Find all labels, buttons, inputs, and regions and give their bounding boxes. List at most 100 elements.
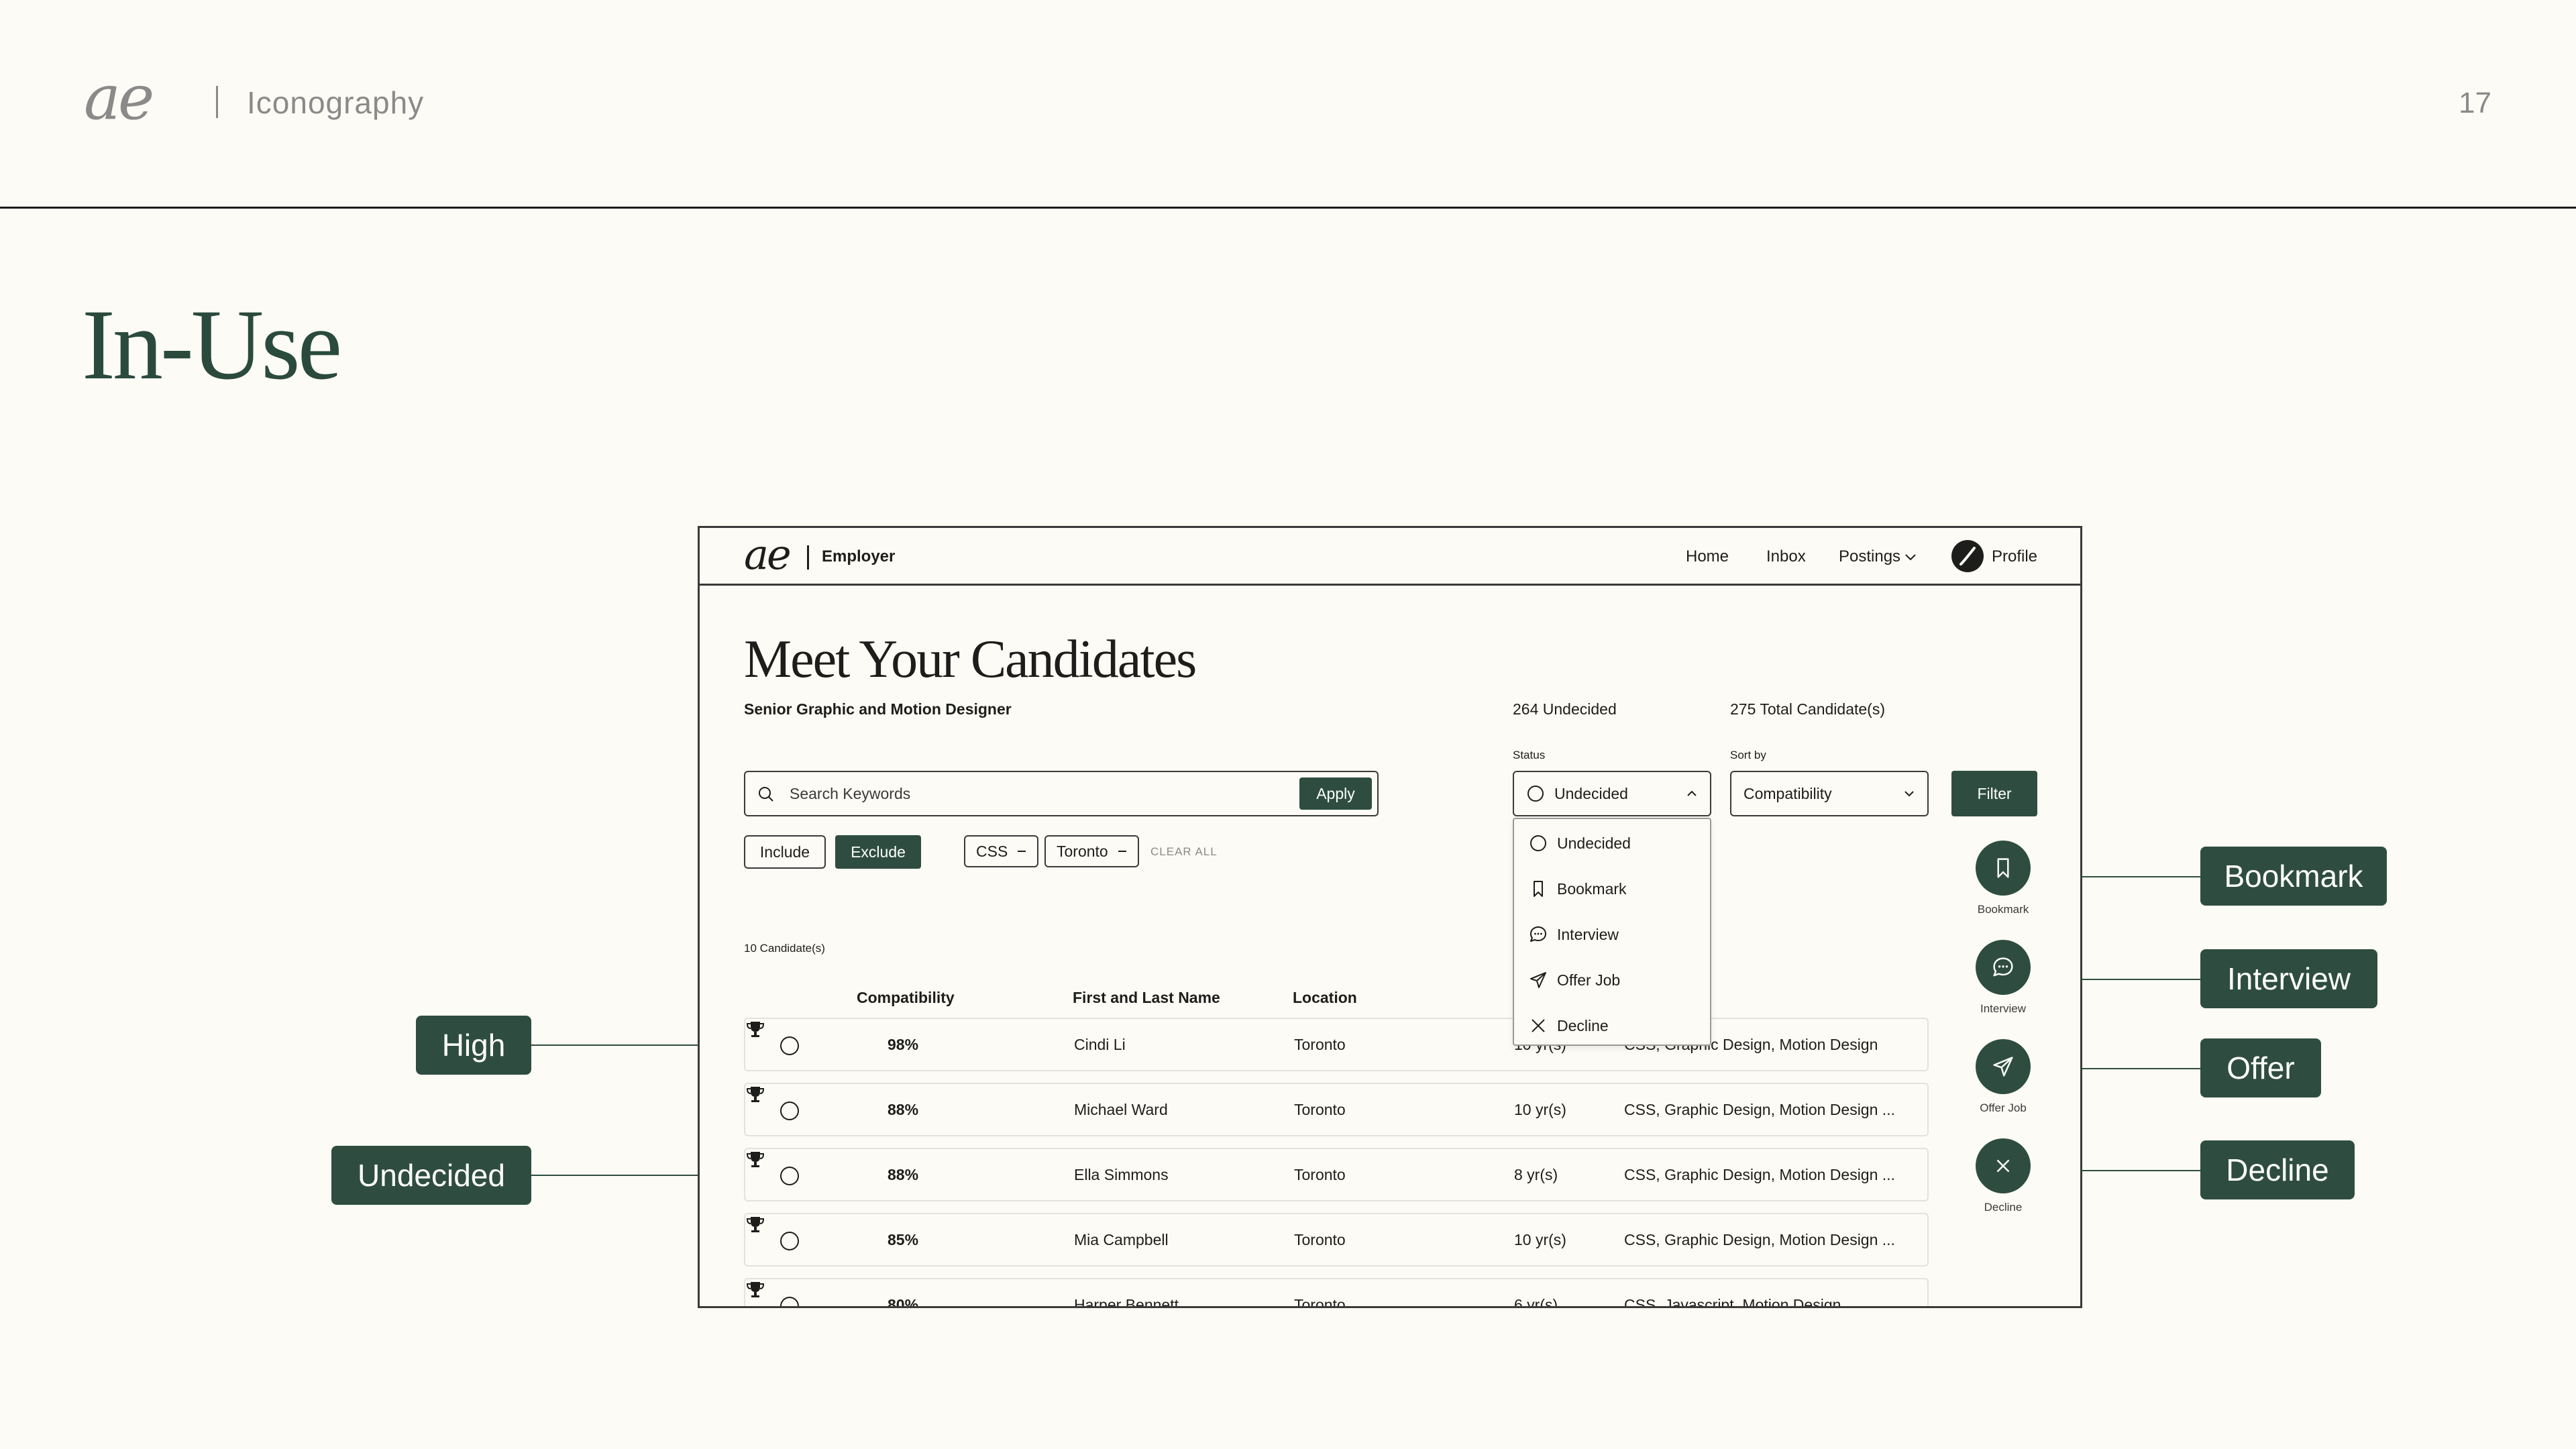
status-label: Status: [1513, 749, 1546, 761]
posting-title: Senior Graphic and Motion Designer: [744, 700, 1012, 718]
header-divider: [216, 86, 218, 118]
candidate-skills: CSS, Graphic Design, Motion Design ...: [1624, 1231, 1895, 1248]
candidate-count: 10 Candidate(s): [744, 942, 825, 955]
status-select[interactable]: Undecided: [1513, 771, 1711, 816]
chevron-down-icon[interactable]: [1904, 552, 1917, 561]
dropdown-item-undecided[interactable]: Undecided: [1514, 820, 1710, 866]
table-row[interactable]: 88% Ella Simmons Toronto 8 yr(s) CSS, Gr…: [744, 1148, 1929, 1201]
chevron-up-icon[interactable]: [1686, 790, 1698, 798]
bookmark-action-button[interactable]: [1976, 841, 2031, 896]
compatibility-value: 88%: [888, 1101, 919, 1118]
paper-plane-icon: [1993, 1057, 2013, 1077]
header-rule: [0, 207, 2576, 209]
filter-chip-toronto[interactable]: Toronto: [1044, 835, 1139, 867]
candidate-experience: 6 yr(s): [1514, 1296, 1558, 1308]
include-toggle[interactable]: Include: [744, 835, 826, 869]
offer-job-action-button[interactable]: [1976, 1039, 2031, 1094]
candidate-skills: CSS, Javascript, Motion Design: [1624, 1296, 1841, 1308]
candidate-experience: 10 yr(s): [1514, 1101, 1566, 1118]
exclude-toggle[interactable]: Exclude: [835, 835, 921, 869]
apply-button[interactable]: Apply: [1299, 777, 1372, 810]
callout-undecided: Undecided: [331, 1146, 531, 1205]
app-navbar: ae Employer Home Inbox Postings Profile: [700, 528, 2080, 586]
table-row[interactable]: 98% Cindi Li Toronto 10 yr(s) CSS, Graph…: [744, 1018, 1929, 1071]
dropdown-item-decline[interactable]: Decline: [1514, 1003, 1710, 1049]
compatibility-value: 98%: [888, 1036, 919, 1053]
column-header-location[interactable]: Location: [1293, 989, 1357, 1006]
search-input[interactable]: [790, 780, 1259, 807]
app-logo[interactable]: ae: [744, 531, 792, 578]
status-radio[interactable]: [780, 1232, 799, 1250]
brand-logo: ae: [84, 62, 154, 133]
callout-offer: Offer: [2200, 1038, 2321, 1097]
compatibility-value: 85%: [888, 1231, 919, 1248]
page-heading: In-Use: [82, 289, 342, 400]
close-icon: [1532, 1019, 1545, 1032]
trophy-icon: [746, 1087, 765, 1102]
dropdown-item-interview[interactable]: Interview: [1514, 912, 1710, 957]
status-radio[interactable]: [780, 1102, 799, 1120]
undecided-count: 264 Undecided: [1513, 700, 1617, 718]
candidate-location: Toronto: [1294, 1296, 1346, 1308]
filter-chip-css[interactable]: CSS: [964, 835, 1039, 867]
candidate-location: Toronto: [1294, 1036, 1346, 1053]
chat-bubble-icon: [1993, 957, 2013, 977]
column-header-name[interactable]: First and Last Name: [1073, 989, 1220, 1006]
total-candidates: 275 Total Candidate(s): [1730, 700, 1885, 718]
decline-action-button[interactable]: [1976, 1138, 2031, 1193]
candidate-location: Toronto: [1294, 1166, 1346, 1183]
dropdown-item-bookmark[interactable]: Bookmark: [1514, 866, 1710, 912]
clear-all-link[interactable]: CLEAR ALL: [1150, 845, 1218, 859]
chevron-down-icon[interactable]: [1903, 790, 1915, 798]
page-number: 17: [2459, 87, 2491, 119]
candidate-skills: CSS, Graphic Design, Motion Design ...: [1624, 1101, 1895, 1118]
filter-button[interactable]: Filter: [1951, 771, 2037, 816]
keyword-search: Apply: [744, 771, 1379, 816]
sort-label: Sort by: [1730, 749, 1766, 761]
nav-link-profile[interactable]: Profile: [1992, 547, 2037, 566]
bookmark-icon: [1997, 858, 2009, 878]
status-radio[interactable]: [780, 1297, 799, 1306]
circle-icon: [1530, 835, 1546, 851]
chat-bubble-icon: [1530, 926, 1546, 942]
paper-plane-icon: [1530, 972, 1546, 988]
circle-icon: [1527, 786, 1544, 802]
status-radio[interactable]: [780, 1167, 799, 1185]
minus-icon[interactable]: [1118, 850, 1127, 853]
dropdown-item-offer-job[interactable]: Offer Job: [1514, 957, 1710, 1003]
candidates-title: Meet Your Candidates: [744, 630, 1197, 689]
candidate-skills: CSS, Graphic Design, Motion Design ...: [1624, 1166, 1895, 1183]
nav-link-inbox[interactable]: Inbox: [1766, 547, 1806, 566]
table-row[interactable]: 88% Michael Ward Toronto 10 yr(s) CSS, G…: [744, 1083, 1929, 1136]
column-header-compatibility[interactable]: Compatibility: [857, 989, 955, 1006]
nav-link-home[interactable]: Home: [1686, 547, 1729, 566]
nav-area-label: Employer: [822, 547, 896, 566]
table-row[interactable]: 80% Harper Bennett Toronto 6 yr(s) CSS, …: [744, 1278, 1929, 1308]
status-radio[interactable]: [780, 1036, 799, 1055]
bookmark-action-label: Bookmark: [1977, 903, 2029, 916]
candidate-experience: 8 yr(s): [1514, 1166, 1558, 1183]
employer-app-mockup: ae Employer Home Inbox Postings Profile …: [698, 526, 2082, 1308]
trophy-icon: [746, 1217, 765, 1232]
callout-bookmark: Bookmark: [2200, 847, 2387, 906]
interview-action-button[interactable]: [1976, 940, 2031, 995]
candidate-name[interactable]: Harper Bennett: [1074, 1296, 1179, 1306]
candidate-name[interactable]: Michael Ward: [1074, 1101, 1168, 1118]
avatar-icon: [1960, 547, 1976, 566]
bookmark-icon: [1534, 881, 1543, 897]
nav-link-postings[interactable]: Postings: [1839, 547, 1900, 566]
candidate-name[interactable]: Cindi Li: [1074, 1036, 1126, 1053]
sort-select[interactable]: Compatibility: [1730, 771, 1929, 816]
candidate-name[interactable]: Mia Campbell: [1074, 1231, 1169, 1248]
table-row[interactable]: 85% Mia Campbell Toronto 10 yr(s) CSS, G…: [744, 1213, 1929, 1267]
profile-avatar[interactable]: [1951, 540, 1984, 572]
interview-action-label: Interview: [1980, 1002, 2027, 1015]
compatibility-value: 80%: [888, 1296, 919, 1308]
candidate-experience: 10 yr(s): [1514, 1231, 1566, 1248]
callout-interview: Interview: [2200, 949, 2377, 1008]
logo-divider: [807, 545, 809, 570]
compatibility-value: 88%: [888, 1166, 919, 1183]
candidate-name[interactable]: Ella Simmons: [1074, 1166, 1169, 1183]
minus-icon[interactable]: [1017, 850, 1026, 853]
candidate-location: Toronto: [1294, 1101, 1346, 1118]
